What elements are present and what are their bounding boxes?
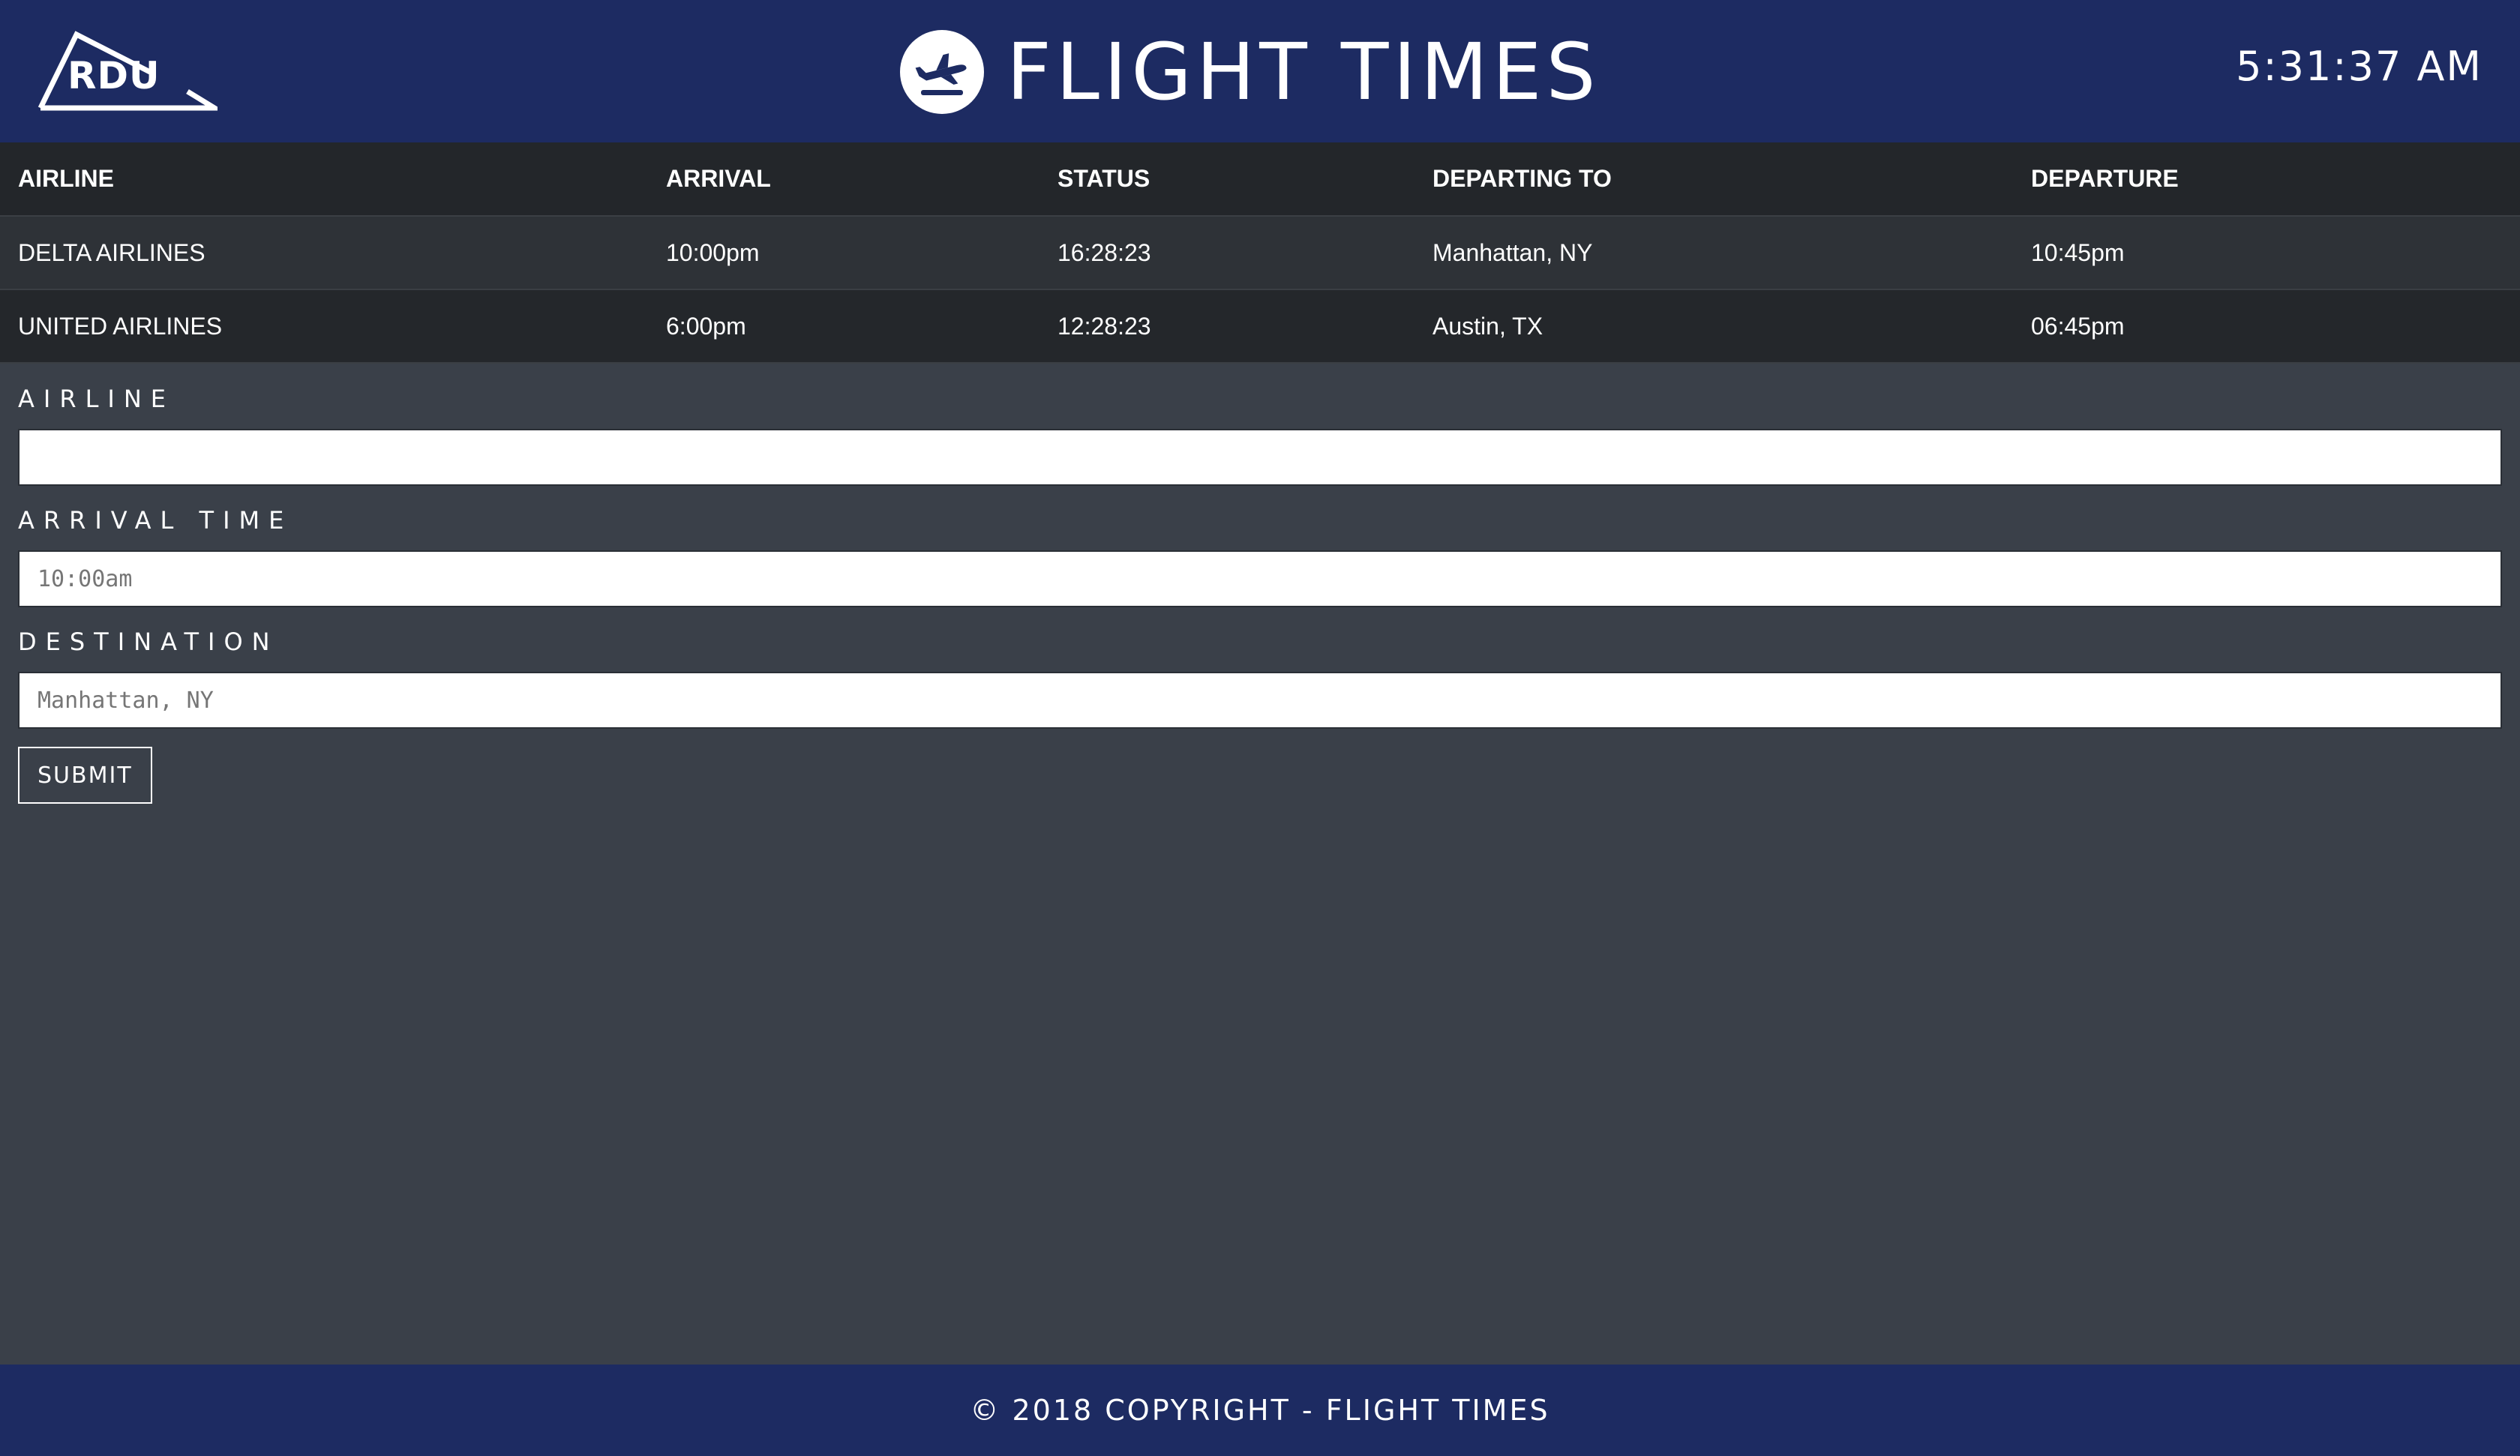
column-header-airline: AIRLINE: [0, 142, 648, 217]
app-title: FLIGHT TIMES: [1006, 26, 1600, 118]
logo-text: RDU: [68, 54, 160, 97]
brand: FLIGHT TIMES: [900, 28, 1600, 115]
cell-departure: 10:45pm: [2013, 216, 2520, 290]
site-header: RDU FLIGHT TIMES 5:31:37 AM: [0, 0, 2520, 142]
arrival-time-label: ARRIVAL TIME: [18, 506, 293, 535]
table-header-row: AIRLINE ARRIVAL STATUS DEPARTING TO DEPA…: [0, 142, 2520, 217]
cell-status: 16:28:23: [1040, 216, 1414, 290]
cell-arrival: 6:00pm: [648, 289, 1040, 364]
column-header-arrival: ARRIVAL: [648, 142, 1040, 217]
column-header-departure: DEPARTURE: [2013, 142, 2520, 217]
cell-departure: 06:45pm: [2013, 289, 2520, 364]
current-time: 5:31:37 AM: [2236, 43, 2482, 90]
airline-label: AIRLINE: [18, 385, 175, 413]
destination-input[interactable]: [18, 672, 2502, 729]
rdu-logo[interactable]: RDU: [38, 30, 218, 112]
column-header-status: STATUS: [1040, 142, 1414, 217]
cell-airline: UNITED AIRLINES: [0, 289, 648, 364]
copyright-text: © 2018 COPYRIGHT - FLIGHT TIMES: [970, 1394, 1550, 1427]
submit-button[interactable]: SUBMIT: [18, 747, 152, 804]
flight-table: AIRLINE ARRIVAL STATUS DEPARTING TO DEPA…: [0, 142, 2520, 364]
table-row: UNITED AIRLINES 6:00pm 12:28:23 Austin, …: [0, 289, 2520, 364]
table-row: DELTA AIRLINES 10:00pm 16:28:23 Manhatta…: [0, 216, 2520, 290]
arrival-time-input[interactable]: [18, 550, 2502, 607]
cell-departing-to: Austin, TX: [1414, 289, 2013, 364]
cell-airline: DELTA AIRLINES: [0, 216, 648, 290]
destination-label: DESTINATION: [18, 628, 279, 656]
cell-arrival: 10:00pm: [648, 216, 1040, 290]
column-header-departing-to: DEPARTING TO: [1414, 142, 2013, 217]
cell-departing-to: Manhattan, NY: [1414, 216, 2013, 290]
airline-input[interactable]: [18, 429, 2502, 486]
airplane-takeoff-icon: [900, 30, 984, 114]
cell-status: 12:28:23: [1040, 289, 1414, 364]
add-flight-form: AIRLINE ARRIVAL TIME DESTINATION SUBMIT: [18, 382, 2502, 804]
site-footer: © 2018 COPYRIGHT - FLIGHT TIMES: [0, 1365, 2520, 1456]
